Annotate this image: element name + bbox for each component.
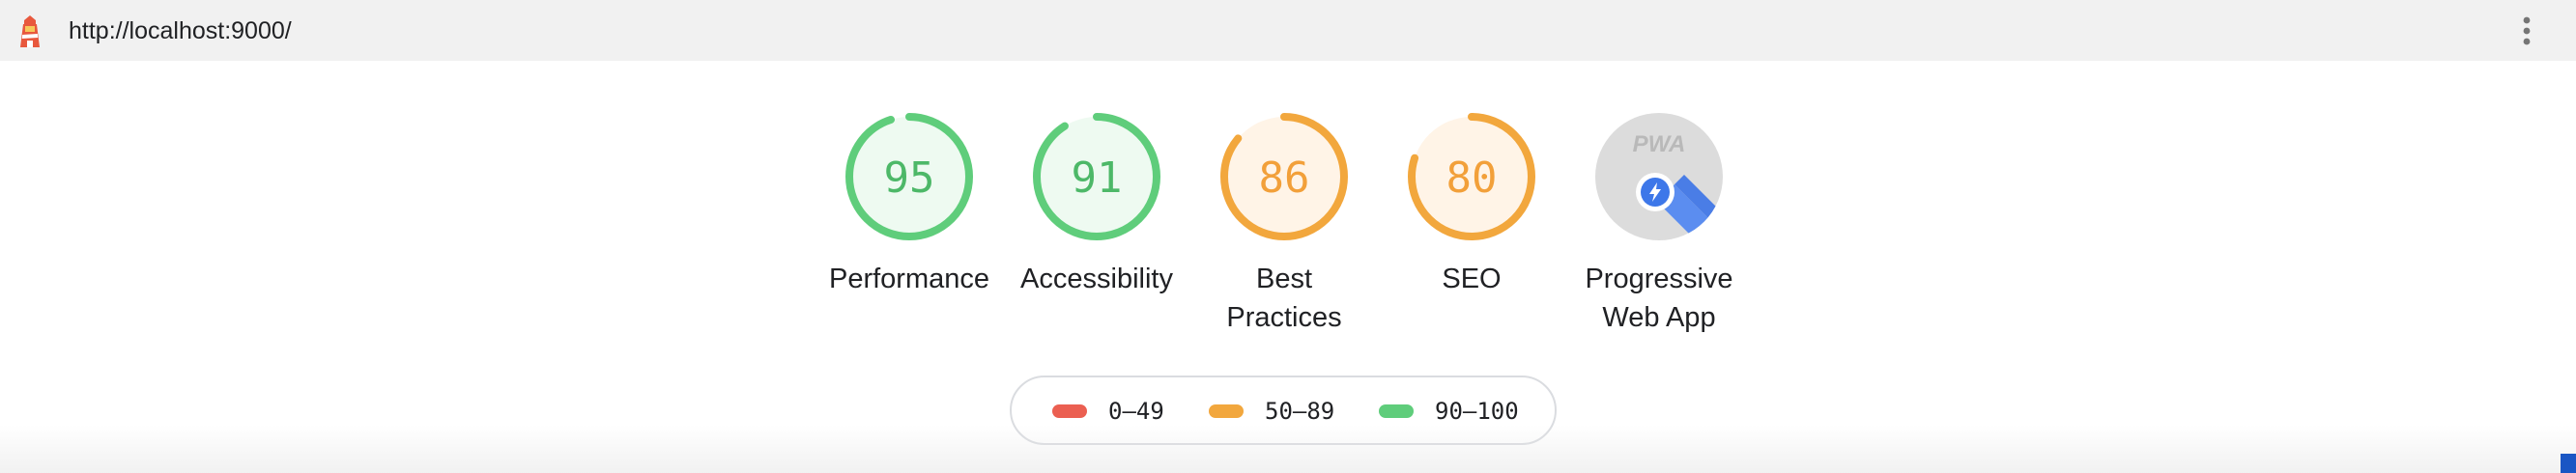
- gauge-score-best-practices: 86: [1259, 153, 1310, 203]
- gauge-label-pwa: Progressive Web App: [1562, 260, 1756, 337]
- pwa-badge: PWA: [1595, 113, 1723, 240]
- gauge-seo[interactable]: 80 SEO: [1375, 111, 1568, 298]
- gauge-accessibility[interactable]: 91 Accessibility: [1000, 111, 1193, 298]
- scroll-shadow: [0, 425, 2576, 473]
- legend-item-average: 50–89: [1209, 397, 1334, 426]
- gauge-label-best-practices: Best Practices: [1188, 260, 1381, 337]
- top-bar: http://localhost:9000/: [0, 0, 2576, 61]
- gauge-ring-seo: 80: [1408, 113, 1535, 240]
- gauge-score-seo: 80: [1446, 153, 1498, 203]
- gauge-score-performance: 95: [884, 153, 935, 203]
- gauge-label-line: SEO: [1442, 264, 1502, 294]
- gauge-ring-accessibility: 91: [1033, 113, 1160, 240]
- legend-swatch-fail: [1052, 404, 1087, 418]
- gauge-ring-best-practices: 86: [1220, 113, 1348, 240]
- gauge-score-accessibility: 91: [1072, 153, 1123, 203]
- corner-accent: [2561, 454, 2576, 473]
- gauge-label-line: Accessibility: [1020, 264, 1173, 294]
- legend-label-fail: 0–49: [1108, 398, 1164, 425]
- gauge-performance[interactable]: 95 Performance: [813, 111, 1006, 298]
- gauge-label-line: Practices: [1226, 302, 1342, 333]
- legend-swatch-pass: [1379, 404, 1414, 418]
- legend-swatch-average: [1209, 404, 1244, 418]
- pwa-badge-text: PWA: [1633, 131, 1686, 157]
- gauge-label-line: Best: [1255, 264, 1313, 294]
- gauge-label-performance: Performance: [813, 260, 1006, 298]
- gauge-label-line: Performance: [828, 264, 989, 294]
- legend-item-pass: 90–100: [1379, 397, 1519, 426]
- gauge-best-practices[interactable]: 86 Best Practices: [1188, 111, 1381, 337]
- pwa-installable-icon: [1636, 173, 1674, 211]
- gauge-label-seo: SEO: [1375, 260, 1568, 298]
- gauge-ring-performance: 95: [845, 113, 973, 240]
- score-gauges: 95 Performance 91 Accessibility 86 Best …: [0, 61, 2576, 350]
- report-url[interactable]: http://localhost:9000/: [69, 16, 292, 45]
- gauge-label-accessibility: Accessibility: [1000, 260, 1193, 298]
- gauge-label-line: Progressive: [1585, 264, 1733, 294]
- gauge-label-line: Web App: [1602, 302, 1716, 333]
- lighthouse-icon: [20, 15, 40, 47]
- legend-label-pass: 90–100: [1435, 398, 1519, 425]
- legend-label-average: 50–89: [1265, 398, 1335, 425]
- legend-item-fail: 0–49: [1052, 397, 1164, 426]
- more-vert-icon[interactable]: [2512, 10, 2541, 52]
- gauge-pwa[interactable]: PWA Progressive Web App: [1562, 111, 1756, 337]
